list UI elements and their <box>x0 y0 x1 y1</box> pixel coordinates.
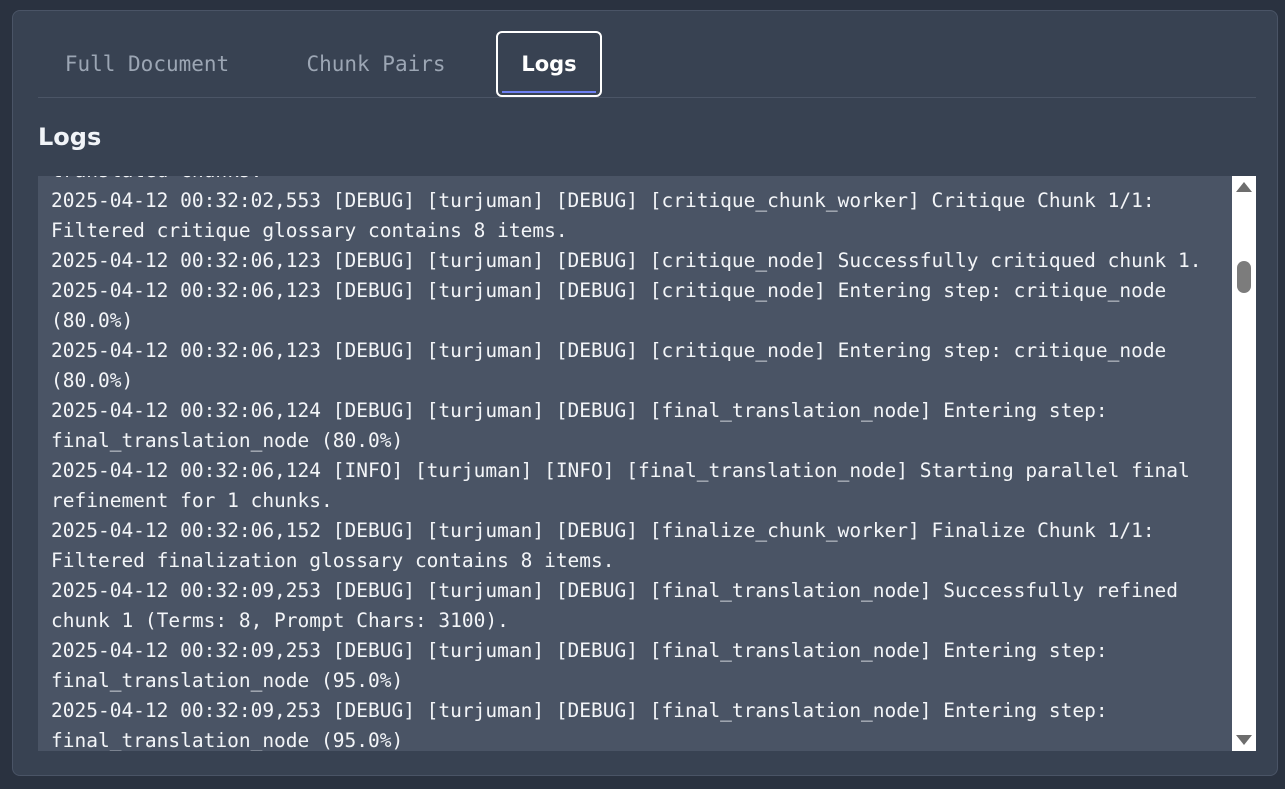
log-line: 2025-04-12 00:32:09,253 [DEBUG] [turjuma… <box>51 579 1179 602</box>
scroll-thumb[interactable] <box>1237 261 1251 293</box>
log-line: 2025-04-12 00:32:09,253 [DEBUG] [turjuma… <box>51 699 1108 722</box>
log-line: 2025-04-12 00:32:02,553 [DEBUG] [turjuma… <box>51 189 1155 212</box>
log-line: 2025-04-12 00:32:06,124 [INFO] [turjuman… <box>51 459 1190 482</box>
log-output-area[interactable]: translated chunks. 2025-04-12 00:32:02,55… <box>38 176 1256 751</box>
tab-logs[interactable]: Logs <box>496 31 602 97</box>
log-line: final_translation_node (95.0%) <box>51 669 404 692</box>
log-line: refinement for 1 chunks. <box>51 489 333 512</box>
log-line: final_translation_node (95.0%) <box>51 729 404 751</box>
scroll-down-arrow-icon[interactable] <box>1236 735 1252 745</box>
tab-full-document[interactable]: Full Document <box>38 31 256 97</box>
log-line: (80.0%) <box>51 309 134 332</box>
logs-panel: Full Document Chunk Pairs Logs Logs tran… <box>12 10 1278 776</box>
log-line: Filtered finalization glossary contains … <box>51 549 615 572</box>
log-line: 2025-04-12 00:32:06,123 [DEBUG] [turjuma… <box>51 279 1167 302</box>
log-content: translated chunks. 2025-04-12 00:32:02,55… <box>51 176 1221 751</box>
log-line: chunk 1 (Terms: 8, Prompt Chars: 3100). <box>51 609 509 632</box>
log-line: (80.0%) <box>51 369 134 392</box>
log-line: 2025-04-12 00:32:06,123 [DEBUG] [turjuma… <box>51 339 1167 362</box>
tab-bar: Full Document Chunk Pairs Logs <box>38 31 1256 98</box>
log-line: 2025-04-12 00:32:09,253 [DEBUG] [turjuma… <box>51 639 1108 662</box>
tab-chunk-pairs[interactable]: Chunk Pairs <box>286 31 466 97</box>
scroll-up-arrow-icon[interactable] <box>1236 182 1252 192</box>
section-title: Logs <box>38 123 102 151</box>
log-line: 2025-04-12 00:32:06,123 [DEBUG] [turjuma… <box>51 249 1202 272</box>
log-line: final_translation_node (80.0%) <box>51 429 404 452</box>
log-line: 2025-04-12 00:32:06,124 [DEBUG] [turjuma… <box>51 399 1108 422</box>
log-line: 2025-04-12 00:32:06,152 [DEBUG] [turjuma… <box>51 519 1155 542</box>
log-line: Filtered critique glossary contains 8 it… <box>51 219 568 242</box>
log-scrollbar[interactable] <box>1232 176 1256 751</box>
log-line: translated chunks. <box>51 176 1221 186</box>
